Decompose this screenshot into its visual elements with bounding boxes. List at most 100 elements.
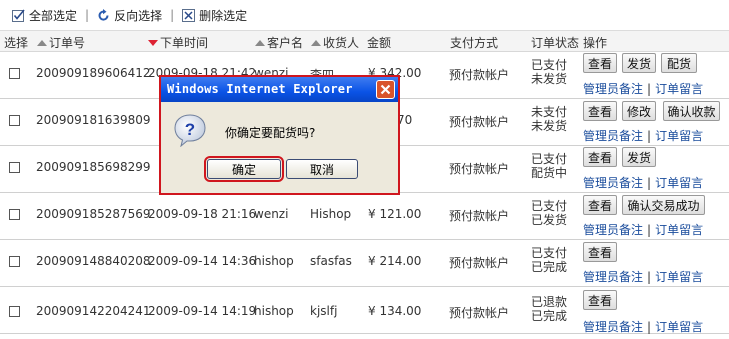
row-checkbox[interactable] (9, 115, 20, 126)
view-button[interactable]: 查看 (583, 195, 617, 215)
cancel-button[interactable]: 取消 (286, 159, 358, 179)
admin-note-link[interactable]: 管理员备注 (583, 223, 643, 237)
row-checkbox[interactable] (9, 209, 20, 220)
admin-note-link[interactable]: 管理员备注 (583, 129, 643, 143)
invert-selection-button[interactable]: 反向选择 (97, 7, 162, 24)
header-select: 选择 (4, 36, 29, 50)
row-links: 管理员备注 | 订单留言 (583, 268, 703, 285)
view-button[interactable]: 查看 (583, 53, 617, 73)
order-number: 200909142204241 (36, 304, 151, 318)
svg-text:?: ? (185, 120, 195, 139)
view-button[interactable]: 查看 (583, 147, 617, 167)
dialog-titlebar[interactable]: Windows Internet Explorer (161, 77, 398, 102)
confirm-dialog: Windows Internet Explorer ? 你确定要配货吗? 确定 … (159, 75, 400, 195)
ship-button[interactable]: 发货 (622, 53, 656, 73)
pay-status: 已支付 (531, 152, 568, 166)
payment-method: 预付款帐户 (449, 306, 510, 320)
customer-name: hishop (254, 304, 294, 318)
payment-method: 预付款帐户 (449, 256, 510, 270)
header-order-no[interactable]: 订单号 (37, 34, 85, 51)
order-number: 200909181639809 (36, 113, 151, 127)
order-message-link[interactable]: 订单留言 (655, 270, 703, 284)
toolbar-separator: | (170, 8, 175, 22)
ship-status: 已完成 (531, 309, 568, 323)
payment-method: 预付款帐户 (449, 209, 510, 223)
payment-method: 预付款帐户 (449, 68, 510, 82)
order-status: 已支付 已完成 (531, 246, 567, 274)
order-number: 200909189606412 (36, 66, 151, 80)
row-checkbox[interactable] (9, 256, 20, 267)
amount: ¥ 134.00 (368, 304, 422, 318)
admin-note-link[interactable]: 管理员备注 (583, 82, 643, 96)
table-row: 200909185287569 2009-09-18 21:16 wenzi H… (0, 193, 729, 240)
pay-status: 已支付 (531, 58, 568, 72)
question-icon: ? (173, 113, 207, 148)
admin-note-link[interactable]: 管理员备注 (583, 320, 643, 334)
order-message-link[interactable]: 订单留言 (655, 223, 703, 237)
table-header: 选择 订单号 下单时间 客户名 收货人 金额 支付方式 订单状态 操作 (0, 31, 729, 52)
admin-note-link[interactable]: 管理员备注 (583, 270, 643, 284)
toolbar: 全部选定 | 反向选择 | 删除选定 (0, 0, 729, 31)
payment-method: 预付款帐户 (449, 115, 510, 129)
order-time: 2009-09-14 14:19 (148, 304, 257, 318)
confirm-success-button[interactable]: 确认交易成功 (622, 195, 705, 215)
payment-method: 预付款帐户 (449, 162, 510, 176)
ship-status: 未发货 (531, 119, 568, 133)
header-order-no-label: 订单号 (49, 36, 86, 50)
close-icon[interactable] (376, 80, 395, 99)
order-message-link[interactable]: 订单留言 (655, 176, 703, 190)
order-time: 2009-09-18 21:16 (148, 207, 257, 221)
sort-up-icon (255, 40, 265, 46)
toolbar-separator: | (85, 8, 90, 22)
order-message-link[interactable]: 订单留言 (655, 82, 703, 96)
row-checkbox[interactable] (9, 68, 20, 79)
order-message-link[interactable]: 订单留言 (655, 320, 703, 334)
header-customer-label: 客户名 (267, 36, 304, 50)
header-ops: 操作 (583, 36, 608, 50)
row-links: 管理员备注 | 订单留言 (583, 127, 703, 144)
pay-status: 已退款 (531, 295, 568, 309)
header-amount: 金额 (367, 36, 392, 50)
header-receiver-label: 收货人 (323, 36, 360, 50)
ship-status: 配货中 (531, 166, 568, 180)
order-message-link[interactable]: 订单留言 (655, 129, 703, 143)
ship-button[interactable]: 发货 (622, 147, 656, 167)
link-separator: | (647, 223, 652, 237)
pay-status: 已支付 (531, 199, 568, 213)
view-button[interactable]: 查看 (583, 101, 617, 121)
link-separator: | (647, 270, 652, 284)
link-separator: | (647, 176, 652, 190)
sort-down-icon (148, 40, 158, 46)
delete-x-icon (182, 8, 196, 22)
row-links: 管理员备注 | 订单留言 (583, 318, 703, 335)
order-time: 2009-09-14 14:36 (148, 254, 257, 268)
allocate-button[interactable]: 配货 (661, 53, 697, 73)
ship-status: 已完成 (531, 260, 568, 274)
pay-status: 未支付 (531, 105, 568, 119)
select-all-button[interactable]: 全部选定 (12, 7, 77, 24)
link-separator: | (647, 82, 652, 96)
view-button[interactable]: 查看 (583, 242, 617, 262)
edit-button[interactable]: 修改 (622, 101, 656, 121)
view-button[interactable]: 查看 (583, 290, 617, 310)
row-checkbox[interactable] (9, 162, 20, 173)
header-status: 订单状态 (531, 36, 580, 50)
order-status: 已支付 配货中 (531, 152, 567, 180)
row-links: 管理员备注 | 订单留言 (583, 174, 703, 191)
refresh-arrow-icon (97, 8, 110, 22)
order-number: 200909148840208 (36, 254, 151, 268)
select-all-label: 全部选定 (29, 8, 78, 23)
row-checkbox[interactable] (9, 306, 20, 317)
header-receiver[interactable]: 收货人 (311, 34, 359, 51)
row-links: 管理员备注 | 订单留言 (583, 221, 703, 238)
header-order-time[interactable]: 下单时间 (148, 34, 208, 51)
ok-button[interactable]: 确定 (204, 156, 284, 182)
header-customer[interactable]: 客户名 (255, 34, 303, 51)
admin-note-link[interactable]: 管理员备注 (583, 176, 643, 190)
receiver-name: sfasfas (310, 254, 352, 268)
receiver-name: Hishop (310, 207, 352, 221)
table-row: 200909142204241 2009-09-14 14:19 hishop … (0, 287, 729, 334)
delete-selected-button[interactable]: 删除选定 (182, 7, 247, 24)
sort-up-icon (311, 40, 321, 46)
confirm-payment-button[interactable]: 确认收款 (663, 101, 720, 121)
